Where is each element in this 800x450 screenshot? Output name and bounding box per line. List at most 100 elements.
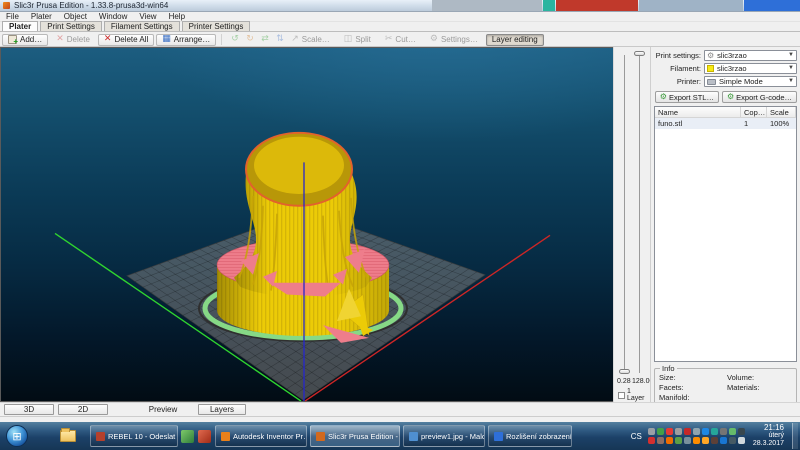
tray-icon[interactable]	[684, 428, 691, 435]
add-button[interactable]: Add…	[2, 34, 48, 46]
one-layer-checkbox[interactable]	[618, 392, 625, 399]
clock-day: úterý	[753, 432, 784, 440]
taskbar-clock[interactable]: 21:16 úterý 28.3.2017	[749, 424, 788, 448]
menu-object[interactable]: Object	[58, 12, 93, 21]
layer-slider-max-track[interactable]	[639, 55, 640, 373]
info-title: Info	[660, 364, 677, 373]
tray-icon[interactable]	[720, 428, 727, 435]
tray-icon[interactable]	[711, 428, 718, 435]
printer-combo[interactable]: Simple Mode ▼	[704, 76, 797, 87]
tray-icon[interactable]	[738, 428, 745, 435]
tray-icon[interactable]	[648, 428, 655, 435]
delete-all-button[interactable]: ✕ Delete All	[98, 34, 154, 46]
delete-icon: ✕	[56, 35, 64, 44]
view-tab-3d[interactable]: 3D	[4, 404, 54, 415]
layer-editing-button[interactable]: Layer editing	[486, 34, 544, 46]
taskbar-button-rebel[interactable]: REBEL 10 - Odeslat o…	[90, 425, 178, 447]
paint-app-icon	[409, 432, 418, 441]
taskbar: ⊞ REBEL 10 - Odeslat o… Autodesk Invento…	[0, 422, 800, 450]
explorer-folder-icon[interactable]	[60, 430, 76, 442]
view-tab-2d[interactable]: 2D	[58, 404, 108, 415]
filament-label: Filament:	[654, 64, 704, 73]
taskbar-button-slic3r[interactable]: Slic3r Prusa Edition - …	[310, 425, 400, 447]
tray-icon[interactable]	[657, 428, 664, 435]
tray-icon[interactable]	[729, 437, 736, 444]
export-gcode-button[interactable]: ⚙ Export G-code…	[722, 91, 797, 103]
object-list[interactable]: Name Cop… Scale funo.stl 1 100%	[654, 106, 797, 362]
menu-plater[interactable]: Plater	[25, 12, 58, 21]
column-copies[interactable]: Cop…	[741, 107, 767, 117]
window-title: Slic3r Prusa Edition - 1.33.8-prusa3d-wi…	[14, 1, 168, 10]
settings-icon: ⚙	[430, 35, 438, 44]
tab-filament-settings[interactable]: Filament Settings	[104, 21, 180, 31]
tray-icon[interactable]	[738, 437, 745, 444]
table-row[interactable]: funo.stl 1 100%	[655, 118, 796, 129]
settings-tabrow: Plater Print Settings Filament Settings …	[0, 22, 800, 32]
opening-inner-wall	[254, 137, 344, 194]
delete-all-icon: ✕	[104, 35, 112, 44]
3d-scene	[1, 48, 614, 403]
language-indicator[interactable]: CS	[629, 432, 644, 441]
menu-file[interactable]: File	[0, 12, 25, 21]
view-tab-layers[interactable]: Layers	[198, 404, 246, 415]
pinned-app-icon[interactable]	[181, 430, 194, 443]
filament-row: Filament: slic3rzao ▼	[654, 63, 797, 74]
mail-app-icon	[96, 432, 105, 441]
tray-icon[interactable]	[702, 437, 709, 444]
view-tabs: 3D 2D Preview Layers	[0, 402, 800, 416]
app-icon	[3, 2, 10, 9]
printer-row: Printer: Simple Mode ▼	[654, 76, 797, 87]
tray-icon[interactable]	[675, 437, 682, 444]
view-tab-preview[interactable]: Preview	[132, 404, 194, 415]
layer-slider-min-thumb[interactable]	[619, 369, 630, 374]
tray-icon[interactable]	[657, 437, 664, 444]
tray-icon[interactable]	[711, 437, 718, 444]
tray-icon[interactable]	[693, 437, 700, 444]
layer-slider-min-track[interactable]	[624, 55, 625, 373]
window-titlebar[interactable]: Slic3r Prusa Edition - 1.33.8-prusa3d-wi…	[0, 0, 800, 12]
tray-icon[interactable]	[675, 428, 682, 435]
column-name[interactable]: Name	[655, 107, 741, 117]
3d-viewport[interactable]	[0, 47, 613, 402]
mirror-icon: ⇄	[261, 35, 269, 44]
taskbar-button-paint[interactable]: preview1.jpg - Malov…	[403, 425, 485, 447]
column-scale[interactable]: Scale	[767, 107, 796, 117]
one-layer-label: 1 Layer	[627, 388, 650, 402]
filament-combo[interactable]: slic3rzao ▼	[704, 63, 797, 74]
tray-icon[interactable]	[702, 428, 709, 435]
mirror-button: ⇄	[255, 34, 268, 46]
arrange-button[interactable]: ▦ Arrange…	[156, 34, 216, 46]
system-tray: CS 21:16 úterý 28.3.2017	[629, 423, 798, 449]
split-icon: ◫	[344, 35, 353, 44]
tray-icon[interactable]	[729, 428, 736, 435]
pinned-app-icon[interactable]	[198, 430, 211, 443]
tray-icon[interactable]	[693, 428, 700, 435]
tray-icons	[648, 428, 745, 444]
tray-icon[interactable]	[684, 437, 691, 444]
one-layer-checkbox-row: 1 Layer	[618, 388, 650, 402]
cut-icon: ✂	[385, 35, 393, 44]
show-desktop-button[interactable]	[792, 423, 798, 449]
export-stl-button[interactable]: ⚙ Export STL…	[655, 91, 719, 103]
menu-view[interactable]: View	[133, 12, 162, 21]
clock-date: 28.3.2017	[753, 440, 784, 448]
background-window-fragment	[556, 0, 638, 11]
rotate-cw-button: ↻	[240, 34, 253, 46]
menu-help[interactable]: Help	[163, 12, 191, 21]
start-button[interactable]: ⊞	[6, 425, 28, 447]
arrange-icon: ▦	[162, 35, 171, 44]
taskbar-button-display-settings[interactable]: Rozlišení zobrazení	[488, 425, 572, 447]
tab-plater[interactable]: Plater	[2, 21, 38, 31]
tray-icon[interactable]	[666, 428, 673, 435]
tray-row-1	[648, 437, 745, 444]
tray-icon[interactable]	[720, 437, 727, 444]
flip-button: ⇅	[270, 34, 283, 46]
tab-print-settings[interactable]: Print Settings	[40, 21, 102, 31]
tab-printer-settings[interactable]: Printer Settings	[182, 21, 251, 31]
menu-window[interactable]: Window	[93, 12, 133, 21]
layer-slider-max-thumb[interactable]	[634, 51, 645, 56]
tray-icon[interactable]	[666, 437, 673, 444]
taskbar-button-inventor[interactable]: Autodesk Inventor Pr…	[215, 425, 307, 447]
tray-icon[interactable]	[648, 437, 655, 444]
print-settings-combo[interactable]: ⚙ slic3rzao ▼	[704, 50, 797, 61]
